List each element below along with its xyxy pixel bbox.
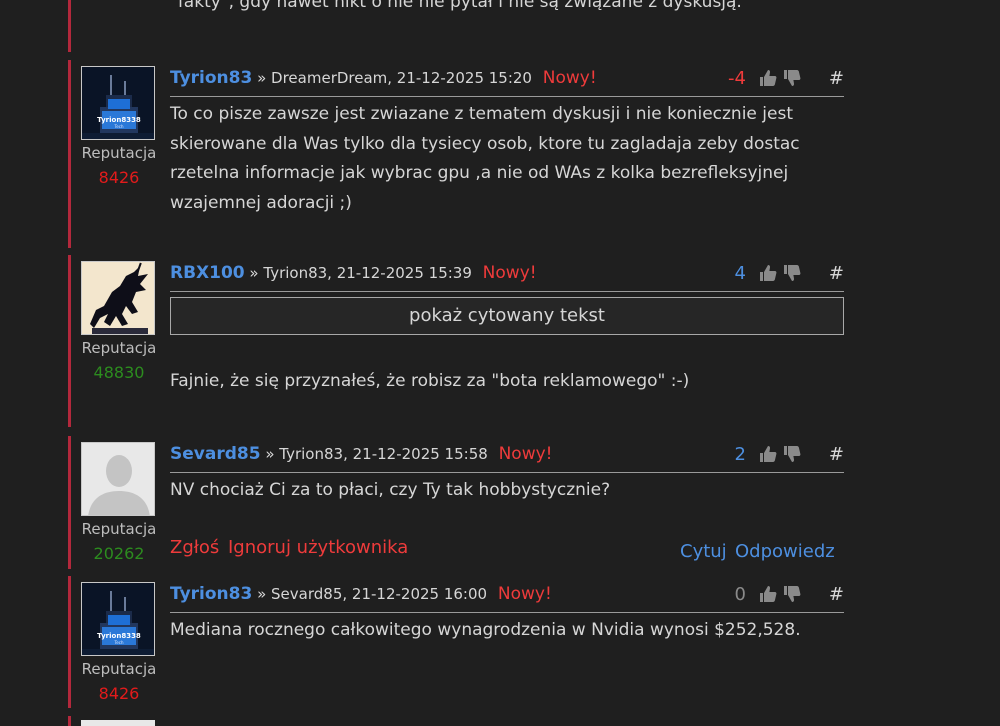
reputation-label: Reputacja	[81, 660, 157, 678]
thumbs-down-icon[interactable]	[782, 444, 802, 464]
avatar-image-rider-icon	[82, 262, 154, 334]
thumbs-up-icon[interactable]	[758, 263, 778, 283]
new-badge: Nowy!	[498, 444, 553, 464]
reputation-label: Reputacja	[81, 520, 157, 538]
thumbs-up-icon[interactable]	[758, 68, 778, 88]
thumbs-up-icon[interactable]	[758, 444, 778, 464]
thumbs-down-icon[interactable]	[782, 263, 802, 283]
post-body: NV chociaż Ci za to płaci, czy Ty tak ho…	[170, 480, 611, 500]
post-header: Sevard85 » Tyrion83, 21-12-2025 15:58 No…	[170, 444, 844, 473]
author-link[interactable]: Tyrion83	[170, 584, 252, 604]
post: Reputacja 20262 Sevard85 » Tyrion83, 21-…	[68, 436, 851, 569]
quote-link[interactable]: Cytuj	[680, 541, 727, 562]
thumbs-down-icon[interactable]	[782, 584, 802, 604]
reputation-value: 48830	[93, 363, 145, 382]
post: Tyrion8338 Tech Reputacja 8426 Tyrion83 …	[68, 60, 851, 248]
post-score: 4	[734, 263, 746, 284]
post-score: 0	[734, 584, 746, 605]
avatar-text: Tyrion8338	[97, 632, 141, 640]
reputation-value: 8426	[98, 684, 140, 703]
avatar[interactable]	[81, 261, 155, 335]
previous-post: "fakty", gdy nawet nikt o nie nie pytał …	[68, 0, 851, 52]
reputation-value: 20262	[93, 544, 145, 563]
post-permalink[interactable]: #	[829, 444, 844, 465]
reputation-label: Reputacja	[81, 144, 157, 162]
new-badge: Nowy!	[542, 68, 597, 88]
post-header: RBX100 » Tyrion83, 21-12-2025 15:39 Nowy…	[170, 263, 844, 292]
avatar[interactable]: Tyrion8338 Tech	[81, 582, 155, 656]
avatar[interactable]	[81, 442, 155, 516]
avatar[interactable]: Tyrion8338 Tech	[81, 66, 155, 140]
post-header: Tyrion83 » DreamerDream, 21-12-2025 15:2…	[170, 68, 844, 97]
author-link[interactable]: Sevard85	[170, 444, 261, 464]
ignore-user-link[interactable]: Ignoruj użytkownika	[228, 537, 408, 558]
post-permalink[interactable]: #	[829, 584, 844, 605]
thumbs-down-icon[interactable]	[782, 68, 802, 88]
post-score: 2	[734, 444, 746, 465]
post-meta: » Tyrion83, 21-12-2025 15:39	[249, 264, 472, 282]
previous-post-text: "fakty", gdy nawet nikt o nie nie pytał …	[170, 0, 742, 12]
post-body: To co pisze zawsze jest zwiazane z temat…	[170, 104, 800, 213]
post-body: Fajnie, że się przyznałeś, że robisz za …	[170, 371, 690, 391]
reputation-label: Reputacja	[81, 339, 157, 357]
post-header: Tyrion83 » Sevard85, 21-12-2025 16:00 No…	[170, 584, 844, 613]
avatar-image-tower-icon: Tyrion8338 Tech	[82, 583, 154, 655]
avatar-image-tower-icon: Tyrion8338 Tech	[82, 67, 154, 139]
svg-text:Tech: Tech	[114, 124, 124, 129]
post-meta: » Tyrion83, 21-12-2025 15:58	[265, 445, 488, 463]
post-score: -4	[728, 68, 746, 89]
avatar-text: Tyrion8338	[97, 116, 141, 124]
post-body: Mediana rocznego całkowitego wynagrodzen…	[170, 620, 801, 640]
post-meta: » Sevard85, 21-12-2025 16:00	[257, 585, 488, 603]
report-link[interactable]: Zgłoś	[170, 537, 219, 558]
next-post	[68, 716, 851, 726]
reply-link[interactable]: Odpowiedz	[735, 541, 835, 562]
new-badge: Nowy!	[482, 263, 537, 283]
post: Tyrion8338 Tech Reputacja 8426 Tyrion83 …	[68, 576, 851, 708]
thumbs-up-icon[interactable]	[758, 584, 778, 604]
default-avatar-icon	[82, 443, 154, 515]
post: Reputacja 48830 RBX100 » Tyrion83, 21-12…	[68, 255, 851, 427]
author-link[interactable]: Tyrion83	[170, 68, 252, 88]
author-link[interactable]: RBX100	[170, 263, 245, 283]
reputation-value: 8426	[98, 168, 140, 187]
avatar	[81, 720, 155, 726]
post-permalink[interactable]: #	[829, 263, 844, 284]
new-badge: Nowy!	[497, 584, 552, 604]
svg-text:Tech: Tech	[114, 640, 124, 645]
post-permalink[interactable]: #	[829, 68, 844, 89]
show-quote-button[interactable]: pokaż cytowany tekst	[170, 297, 844, 335]
post-meta: » DreamerDream, 21-12-2025 15:20	[257, 69, 532, 87]
